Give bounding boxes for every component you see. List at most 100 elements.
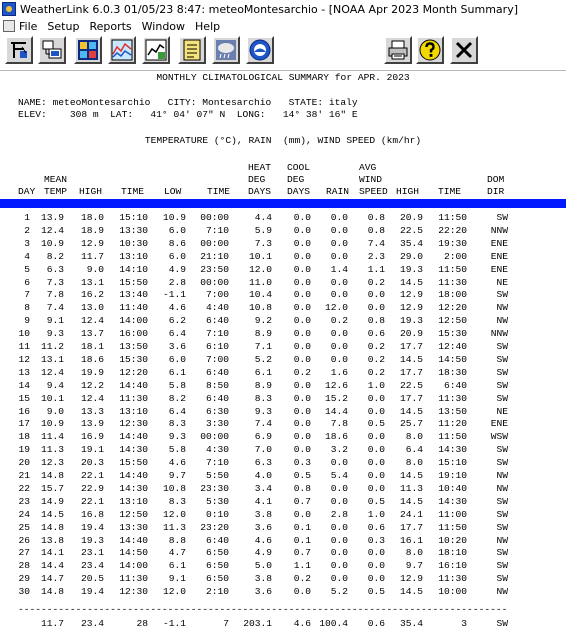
noaa-button[interactable] <box>246 36 274 64</box>
menu-help[interactable]: Help <box>195 20 220 33</box>
cell-heat-deg-days: 8.3 <box>254 392 272 404</box>
cell-mean-temp: 14.8 <box>40 586 64 598</box>
weather-summary-button[interactable] <box>212 36 240 64</box>
cell-high-temp: 20.5 <box>80 573 104 585</box>
cell-wind-high: 8.0 <box>405 547 423 559</box>
cell-low-time: 23:50 <box>200 263 229 275</box>
cell-rain: 12.0 <box>324 302 348 314</box>
cell-low-time: 6:40 <box>205 315 229 327</box>
menu-window[interactable]: Window <box>142 20 185 33</box>
cell-heat-deg-days: 5.0 <box>254 560 272 572</box>
cell-cool-deg-days: 0.0 <box>293 289 311 301</box>
cell-wind-high: 12.9 <box>399 289 423 301</box>
cell-dom-dir: NE <box>496 405 508 417</box>
menu-file[interactable]: File <box>19 20 37 33</box>
cell-wind-high-time: 10:40 <box>438 482 467 494</box>
cell-mean-temp: 11.4 <box>40 431 64 443</box>
header-avg-wind-speed: AVG <box>359 162 377 173</box>
cell-day: 3 <box>24 237 30 249</box>
selected-separator-row[interactable] <box>0 199 566 208</box>
menu-reports[interactable]: Reports <box>89 20 131 33</box>
cell-rain: 7.8 <box>330 418 348 430</box>
cell-rain: 5.4 <box>330 470 348 481</box>
cell-low-temp: 8.3 <box>168 495 186 507</box>
cell-mean-temp: 7.8 <box>46 289 64 301</box>
total-cool-deg-days: 4.6 <box>293 618 311 629</box>
cell-avg-wind-speed: 0.0 <box>367 444 385 456</box>
cell-high-temp: 18.0 <box>80 212 104 223</box>
station-wizard-button[interactable] <box>5 36 33 64</box>
cell-high-temp: 12.4 <box>80 315 104 327</box>
cell-avg-wind-speed: 0.2 <box>367 366 385 378</box>
cell-dom-dir: SW <box>496 508 508 520</box>
cell-heat-deg-days: 4.4 <box>254 212 272 223</box>
plot-button[interactable] <box>142 36 170 64</box>
cell-cool-deg-days: 0.0 <box>293 431 311 443</box>
cell-wind-high-time: 14:30 <box>438 495 467 507</box>
cell-wind-high-time: 12:20 <box>438 302 467 314</box>
strip-chart-button[interactable] <box>108 36 136 64</box>
cell-day: 12 <box>18 353 30 365</box>
cell-wind-high-time: 11:30 <box>438 392 467 404</box>
cell-high-temp: 11.7 <box>80 250 104 262</box>
cell-day: 11 <box>18 341 30 352</box>
noaa-report-view[interactable]: MONTHLY CLIMATOLOGICAL SUMMARY for APR. … <box>0 70 566 641</box>
cell-low-temp: 4.7 <box>168 547 186 559</box>
notebook-button[interactable] <box>178 36 206 64</box>
cell-high-time: 11:30 <box>119 392 148 404</box>
cell-mean-temp: 14.8 <box>40 470 64 481</box>
cell-avg-wind-speed: 0.0 <box>367 431 385 443</box>
cell-rain: 0.0 <box>330 328 348 340</box>
cell-avg-wind-speed: 0.6 <box>367 521 385 533</box>
cell-mean-temp: 9.1 <box>46 315 64 327</box>
cell-wind-high: 11.3 <box>399 482 423 494</box>
cell-day: 19 <box>18 444 30 456</box>
cell-wind-high-time: 6:40 <box>443 379 467 391</box>
close-button[interactable] <box>450 36 478 64</box>
cell-rain: 1.6 <box>330 366 348 378</box>
cell-rain: 0.0 <box>330 212 348 223</box>
table-separator: ----------------------------------------… <box>18 604 508 615</box>
cell-high-time: 12:30 <box>119 586 148 598</box>
help-button[interactable] <box>416 36 444 64</box>
cell-high-temp: 19.4 <box>80 586 104 598</box>
cell-rain: 0.0 <box>330 276 348 288</box>
cell-dom-dir: NW <box>496 534 508 546</box>
station-name-line: NAME: meteoMontesarchio CITY: Montesarch… <box>18 97 358 108</box>
cell-high-time: 14:50 <box>119 547 148 559</box>
cell-high-temp: 16.2 <box>80 289 104 301</box>
header-cool-deg-days: DAYS <box>287 186 311 197</box>
header-cool-deg-days: DEG <box>287 174 305 185</box>
cell-rain: 0.0 <box>330 353 348 365</box>
cell-day: 9 <box>24 315 30 327</box>
cell-mean-temp: 10.9 <box>40 237 64 249</box>
cell-avg-wind-speed: 0.6 <box>367 328 385 340</box>
cell-wind-high: 14.5 <box>399 470 423 481</box>
print-button[interactable] <box>384 36 412 64</box>
cell-cool-deg-days: 0.1 <box>293 534 311 546</box>
cell-high-temp: 18.1 <box>80 341 104 352</box>
cell-low-temp: 6.0 <box>168 224 186 236</box>
cell-wind-high-time: 18:30 <box>438 366 467 378</box>
cell-heat-deg-days: 6.1 <box>254 366 272 378</box>
document-system-menu-icon[interactable] <box>3 20 15 32</box>
total-low-temp: -1.1 <box>162 618 186 629</box>
cell-mean-temp: 12.4 <box>40 224 64 236</box>
cell-low-time: 6:40 <box>205 366 229 378</box>
cell-dom-dir: NW <box>496 482 508 494</box>
cell-high-time: 12:50 <box>119 508 148 520</box>
menu-setup[interactable]: Setup <box>47 20 79 33</box>
cell-low-temp: 9.3 <box>168 431 186 443</box>
cell-day: 23 <box>18 495 30 507</box>
cell-high-temp: 16.9 <box>80 431 104 443</box>
cell-low-temp: 6.4 <box>168 405 186 417</box>
cell-cool-deg-days: 1.1 <box>293 560 311 572</box>
cell-rain: 0.0 <box>330 521 348 533</box>
cell-dom-dir: SW <box>496 560 508 572</box>
download-button[interactable] <box>38 36 66 64</box>
cell-wind-high: 22.5 <box>399 379 423 391</box>
cell-rain: 0.0 <box>330 534 348 546</box>
bulletin-button[interactable] <box>74 36 102 64</box>
cell-heat-deg-days: 8.9 <box>254 379 272 391</box>
cell-cool-deg-days: 0.0 <box>293 418 311 430</box>
